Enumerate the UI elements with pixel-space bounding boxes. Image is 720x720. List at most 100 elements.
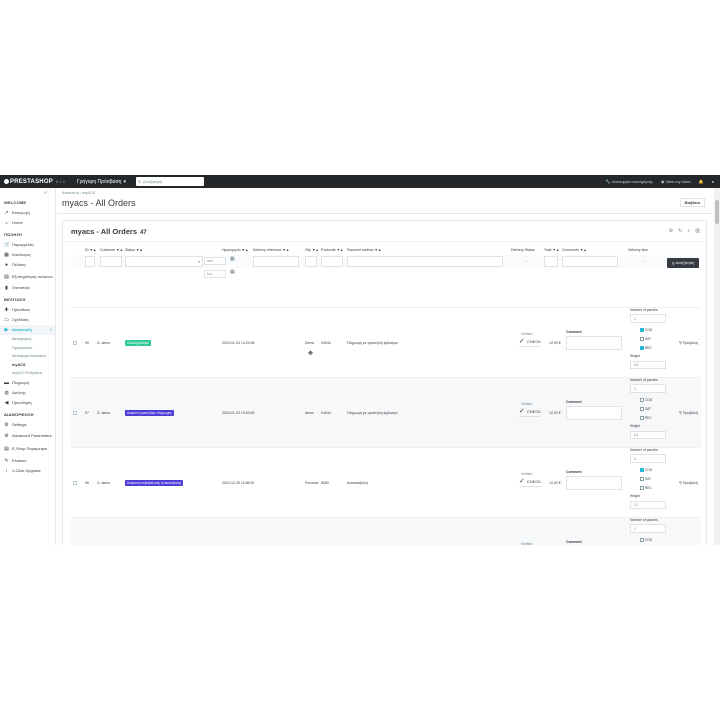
view-button[interactable]: ⚲ Προβολή	[679, 480, 698, 486]
calendar-icon[interactable]: ▦	[230, 256, 235, 262]
col-delivery-ref[interactable]: Delivery reference ▼▲	[253, 248, 289, 252]
sidebar-item-shipping[interactable]: ▶ Αποστολή ˄	[0, 325, 55, 335]
sidebar-item-home[interactable]: ⌂ Home	[0, 218, 55, 228]
sidebar-item-support[interactable]: ▤ Εξυπηρέτηση πελατών	[0, 270, 55, 283]
row-checkbox[interactable]	[73, 481, 77, 485]
sidebar-item-payment[interactable]: ▬ Πληρωμή	[0, 378, 55, 388]
breadcrumb[interactable]: Αποστολή / myACS	[62, 191, 95, 195]
sub-item-preferences[interactable]: Προτιμήσεις	[0, 344, 55, 353]
col-comments[interactable]: Comments ▼▲	[562, 248, 587, 252]
user-icon[interactable]: ●	[712, 179, 714, 184]
collapse-icon[interactable]: «	[44, 190, 47, 196]
weight-input[interactable]: 0,4	[630, 431, 666, 439]
settings-icon[interactable]: ⚙	[669, 228, 673, 234]
sidebar-item-catalog[interactable]: ▦ Κατάλογος	[0, 250, 55, 260]
parcels-input[interactable]: 1	[630, 454, 666, 463]
sidebar-item-orders[interactable]: 🛒 Παραγγελίες	[0, 240, 55, 250]
weight-input[interactable]: 5,5	[630, 361, 666, 369]
sub-item-myacs-settings[interactable]: myACS Ρυθμίσεις	[0, 369, 55, 378]
sidebar-item-design[interactable]: ▭ Σχεδίαση	[0, 315, 55, 325]
date-to-input[interactable]: έως	[204, 270, 226, 278]
col-date[interactable]: Ημερομηνία ▼▲	[222, 248, 248, 252]
sub-item-cart-transfer[interactable]: Μεταφορά Καλαθιού	[0, 352, 55, 361]
option-rec[interactable]: REC	[640, 346, 652, 350]
col-total[interactable]: Total ▼▲	[544, 248, 559, 252]
check-button[interactable]: ✓ CHECK	[519, 408, 541, 417]
filter-payment-input[interactable]	[347, 256, 503, 267]
cod-checkbox[interactable]	[640, 328, 644, 332]
col-payment[interactable]: Payment method ▼▲	[347, 248, 381, 252]
table-row[interactable]: 90 D. demo Ολοκληρώθηκε 2024-01-04 14:20:08…	[71, 307, 701, 377]
search-button[interactable]: ⚲ Αναζήτηση	[667, 258, 699, 268]
scrollbar[interactable]	[714, 188, 720, 545]
sidebar-item-adv-params[interactable]: ⚙ Advanced Parameters	[0, 430, 55, 443]
sidebar-item-settings[interactable]: ⚙ Settings	[0, 420, 55, 430]
col-city[interactable]: City ▼▲	[305, 248, 319, 252]
comment-textarea[interactable]	[566, 336, 622, 350]
filter-comments-input[interactable]	[562, 256, 618, 267]
option-sat[interactable]: SAT	[640, 407, 651, 411]
calendar-icon[interactable]: ▦	[230, 269, 235, 275]
sidebar-item-marketing[interactable]: ◀ Προώθηση	[0, 398, 55, 408]
rec-checkbox[interactable]	[640, 486, 644, 490]
option-cod[interactable]: COD	[640, 398, 652, 402]
parcels-input[interactable]: 1	[630, 524, 666, 533]
view-button[interactable]: ⚲ Προβολή	[679, 340, 698, 346]
sidebar-item-stats[interactable]: ▮ Στατιστικά	[0, 283, 55, 293]
comment-textarea[interactable]	[566, 476, 622, 490]
check-button[interactable]: ✓ CHECK	[519, 338, 541, 347]
filter-status-select[interactable]: - ▾	[125, 256, 203, 267]
option-sat[interactable]: SAT	[640, 337, 651, 341]
parcels-input[interactable]: 1	[630, 384, 666, 393]
option-sat[interactable]: SAT	[640, 477, 651, 481]
sub-item-carriers[interactable]: Μεταφορείς	[0, 335, 55, 344]
rec-checkbox[interactable]	[640, 416, 644, 420]
filter-postcode-input[interactable]	[321, 256, 343, 267]
filter-customer-input[interactable]	[100, 256, 122, 267]
help-button[interactable]: Βοήθεια	[679, 198, 705, 207]
sidebar-item-eshop[interactable]: ▤ E-Shop Παράμετροι	[0, 443, 55, 456]
scrollbar-thumb[interactable]	[715, 200, 719, 224]
prestashop-logo[interactable]: PRESTASHOP	[4, 179, 53, 185]
sat-checkbox[interactable]	[640, 337, 644, 341]
maintenance-link[interactable]: 🔧 Λειτουργία συντήρησης	[606, 179, 653, 184]
col-customer[interactable]: Customer ▼▲	[100, 248, 123, 252]
filter-total-input[interactable]	[544, 256, 558, 267]
table-row[interactable]: 97 D. demo Αναμονή τραπεζικής πληρωμής 2024…	[71, 377, 701, 447]
search-input[interactable]: ⚲ Αναζήτηση	[135, 177, 204, 186]
sidebar-item-classic[interactable]: ✎ Κλασικό	[0, 456, 55, 466]
parcels-input[interactable]: 1	[630, 314, 666, 323]
col-status[interactable]: Status ▼▲	[125, 248, 143, 252]
cod-checkbox[interactable]	[640, 468, 644, 472]
row-checkbox[interactable]	[73, 341, 77, 345]
cod-checkbox[interactable]	[640, 538, 644, 542]
sidebar-item-dashboard[interactable]: ↗ Εισαγωγή	[0, 208, 55, 218]
filter-id-input[interactable]	[85, 256, 95, 267]
sidebar-item-modules[interactable]: ✚ Προσθετα	[0, 305, 55, 315]
refresh-icon[interactable]: ↻	[678, 228, 682, 234]
sidebar-item-customers[interactable]: ● Πελάτες	[0, 260, 55, 270]
sat-checkbox[interactable]	[640, 407, 644, 411]
table-row[interactable]: 95D. demoΟλοκληρώθηκε2024-12-30 11:00:00…	[71, 517, 701, 545]
trash-icon[interactable]: ▥	[695, 228, 700, 234]
cod-checkbox[interactable]	[640, 398, 644, 402]
filter-city-input[interactable]	[305, 256, 317, 267]
table-row[interactable]: 96 D. demo Αναμονή επιβεβαίωσης Αντικαταβο…	[71, 447, 701, 517]
option-cod[interactable]: COD	[640, 538, 652, 542]
view-store-link[interactable]: ◉ View my store	[661, 179, 691, 184]
date-from-input[interactable]: από	[204, 257, 226, 265]
sidebar-item-international[interactable]: ◍ Διεθνής	[0, 388, 55, 398]
option-cod[interactable]: COD	[640, 468, 652, 472]
filter-delivery-ref-input[interactable]	[253, 256, 299, 267]
rec-checkbox[interactable]	[640, 346, 644, 350]
option-rec[interactable]: REC	[640, 416, 652, 420]
sub-item-myacs[interactable]: myACS	[0, 361, 55, 370]
option-cod[interactable]: COD	[640, 328, 652, 332]
check-button[interactable]: ✓ CHECK	[519, 478, 541, 487]
row-checkbox[interactable]	[73, 411, 77, 415]
comment-textarea[interactable]	[566, 406, 622, 420]
col-id[interactable]: ID ▼▲	[85, 248, 96, 252]
view-button[interactable]: ⚲ Προβολή	[679, 410, 698, 416]
option-rec[interactable]: REC	[640, 486, 652, 490]
col-postcode[interactable]: Postcode ▼▲	[321, 248, 344, 252]
